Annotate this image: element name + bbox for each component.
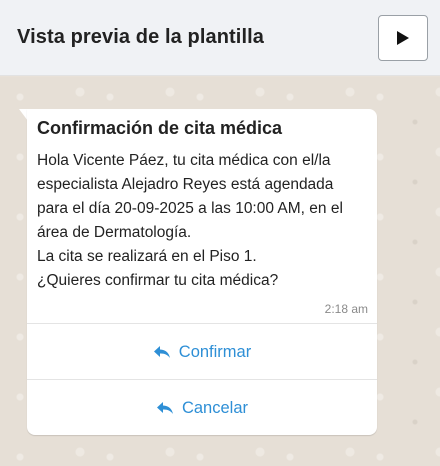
message-title: Confirmación de cita médica	[37, 118, 283, 138]
confirm-label: Confirmar	[178, 342, 252, 361]
preview-header: Vista previa de la plantilla	[0, 0, 440, 76]
cancel-button[interactable]: Cancelar	[27, 380, 377, 436]
message-body: Hola Vicente Páez, tu cita médica con el…	[37, 149, 373, 293]
reply-icon	[156, 401, 174, 415]
message-line: para el día 20-09-2025 a las 10:00 AM, e…	[37, 200, 343, 217]
message-line: Hola Vicente Páez, tu cita médica con el…	[37, 152, 331, 169]
message-bubble: Confirmación de cita médica Hola Vicente…	[27, 109, 377, 435]
cancel-label: Cancelar	[181, 398, 249, 417]
page-title: Vista previa de la plantilla	[17, 26, 264, 48]
play-button[interactable]	[378, 14, 428, 61]
message-line: área de Dermatología.	[37, 224, 192, 241]
reply-icon	[153, 345, 171, 359]
message-timestamp: 2:18 am	[324, 302, 368, 316]
message-line: La cita se realizará en el Piso 1.	[37, 248, 257, 265]
confirm-button[interactable]: Confirmar	[27, 324, 377, 380]
message-line: especialista Alejadro Reyes está agendad…	[37, 176, 334, 193]
message-line: ¿Quieres confirmar tu cita médica?	[37, 272, 279, 289]
play-icon	[397, 30, 409, 45]
